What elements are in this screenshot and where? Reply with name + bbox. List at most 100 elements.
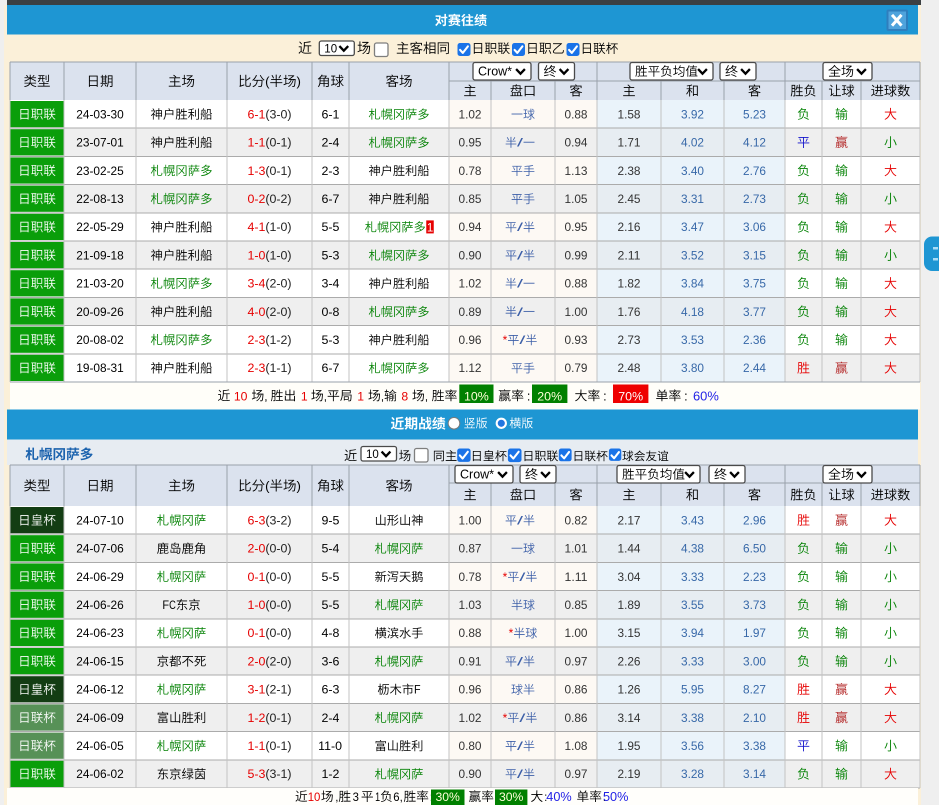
svg-text:1-3: 1-3 — [247, 164, 265, 178]
svg-text:0.78: 0.78 — [459, 164, 482, 178]
svg-text:0-2: 0-2 — [247, 192, 265, 206]
svg-text:1: 1 — [427, 222, 433, 234]
svg-text:1.97: 1.97 — [743, 626, 766, 640]
svg-text:30%: 30% — [435, 790, 460, 804]
svg-text:21-03-20: 21-03-20 — [76, 277, 124, 291]
svg-text:Crow*: Crow* — [460, 468, 494, 482]
svg-text:*: * — [503, 333, 508, 347]
svg-text:23-02-25: 23-02-25 — [76, 164, 124, 178]
svg-text:2.44: 2.44 — [743, 361, 766, 375]
svg-text:*: * — [509, 626, 514, 640]
svg-text:3.47: 3.47 — [681, 220, 704, 234]
svg-text:5-5: 5-5 — [322, 570, 340, 584]
svg-text:0.85: 0.85 — [565, 598, 588, 612]
svg-text:0-1: 0-1 — [247, 570, 265, 584]
svg-text:(0-0): (0-0) — [265, 598, 291, 612]
svg-text:1-2: 1-2 — [247, 711, 265, 725]
svg-text:0-8: 0-8 — [322, 305, 340, 319]
svg-text:0.79: 0.79 — [565, 361, 588, 375]
svg-text:40%: 40% — [546, 790, 571, 804]
svg-text:3.73: 3.73 — [743, 598, 766, 612]
svg-text:(0-0): (0-0) — [265, 542, 291, 556]
svg-text:2.76: 2.76 — [743, 164, 766, 178]
svg-text:8.27: 8.27 — [743, 683, 766, 697]
svg-text:0.85: 0.85 — [459, 192, 482, 206]
svg-text:F: F — [414, 683, 421, 697]
svg-text:20%: 20% — [537, 389, 562, 403]
svg-text:1: 1 — [301, 389, 308, 403]
svg-text:1.76: 1.76 — [618, 305, 641, 319]
svg-text:0.97: 0.97 — [565, 654, 588, 668]
svg-text:3.15: 3.15 — [618, 626, 641, 640]
svg-text:2.19: 2.19 — [618, 767, 641, 781]
svg-text:2.16: 2.16 — [618, 220, 641, 234]
svg-text:2.96: 2.96 — [743, 513, 766, 527]
svg-text:3.56: 3.56 — [681, 739, 704, 753]
svg-text:3.28: 3.28 — [681, 767, 704, 781]
svg-text:1.00: 1.00 — [459, 513, 482, 527]
svg-text:9-5: 9-5 — [322, 513, 340, 527]
svg-text:3.43: 3.43 — [681, 513, 704, 527]
svg-text:1.03: 1.03 — [459, 598, 482, 612]
svg-text:2.36: 2.36 — [743, 333, 766, 347]
svg-text:24-06-23: 24-06-23 — [76, 626, 124, 640]
svg-text:2-3: 2-3 — [247, 333, 265, 347]
svg-text:2.73: 2.73 — [743, 192, 766, 206]
svg-text:20-08-02: 20-08-02 — [76, 333, 124, 347]
svg-text:3.52: 3.52 — [681, 248, 704, 262]
svg-text:2.17: 2.17 — [618, 513, 641, 527]
svg-text:1.89: 1.89 — [618, 598, 641, 612]
svg-text:3.92: 3.92 — [681, 107, 704, 121]
svg-text:0-1: 0-1 — [247, 626, 265, 640]
svg-text:6-1: 6-1 — [322, 107, 340, 121]
svg-text:(1-2): (1-2) — [265, 333, 291, 347]
svg-text:1.12: 1.12 — [459, 361, 482, 375]
svg-text:,: , — [425, 389, 428, 403]
svg-text:5-3: 5-3 — [322, 248, 340, 262]
svg-text:10: 10 — [366, 449, 379, 461]
svg-text:6-3: 6-3 — [322, 683, 340, 697]
svg-text:,: , — [400, 790, 403, 804]
svg-text:(0-1): (0-1) — [265, 739, 291, 753]
svg-text:2-0: 2-0 — [247, 542, 265, 556]
svg-text:3.80: 3.80 — [681, 361, 704, 375]
svg-text:5-4: 5-4 — [322, 542, 340, 556]
svg-text:3.55: 3.55 — [681, 598, 704, 612]
svg-text:50%: 50% — [603, 790, 628, 804]
svg-text:(0-1): (0-1) — [265, 711, 291, 725]
svg-text:5-5: 5-5 — [322, 220, 340, 234]
svg-text:1.02: 1.02 — [459, 277, 482, 291]
svg-text:(3-2): (3-2) — [265, 513, 291, 527]
svg-text:1.82: 1.82 — [618, 277, 641, 291]
svg-text:(0-0): (0-0) — [265, 626, 291, 640]
svg-text:1.71: 1.71 — [618, 136, 641, 150]
svg-text:30%: 30% — [499, 790, 524, 804]
svg-text:0.87: 0.87 — [459, 542, 482, 556]
svg-text:0.96: 0.96 — [459, 683, 482, 697]
svg-text:1.05: 1.05 — [565, 192, 588, 206]
svg-text:(0-1): (0-1) — [265, 164, 291, 178]
svg-text:24-06-09: 24-06-09 — [76, 711, 124, 725]
svg-text:3-4: 3-4 — [247, 277, 265, 291]
svg-text:2-3: 2-3 — [247, 361, 265, 375]
svg-text:3.15: 3.15 — [743, 248, 766, 262]
svg-text:(0-1): (0-1) — [265, 136, 291, 150]
svg-text:4.18: 4.18 — [681, 305, 704, 319]
svg-text:0.89: 0.89 — [459, 305, 482, 319]
svg-text:1.13: 1.13 — [565, 164, 588, 178]
svg-text:C: C — [169, 598, 176, 612]
svg-text:11-0: 11-0 — [318, 739, 342, 753]
svg-text:): ) — [297, 479, 301, 494]
svg-text:1.26: 1.26 — [618, 683, 641, 697]
svg-text:4-8: 4-8 — [322, 626, 340, 640]
svg-text:2.73: 2.73 — [618, 333, 641, 347]
svg-text:6-7: 6-7 — [322, 192, 340, 206]
svg-text:(0-2): (0-2) — [265, 192, 291, 206]
svg-text:2.48: 2.48 — [618, 361, 641, 375]
svg-text:6-3: 6-3 — [247, 513, 265, 527]
svg-text:0.94: 0.94 — [565, 136, 588, 150]
svg-text:,: , — [264, 389, 267, 403]
svg-text:10: 10 — [324, 43, 337, 55]
svg-text:2.11: 2.11 — [618, 248, 641, 262]
svg-text:0.97: 0.97 — [565, 767, 588, 781]
